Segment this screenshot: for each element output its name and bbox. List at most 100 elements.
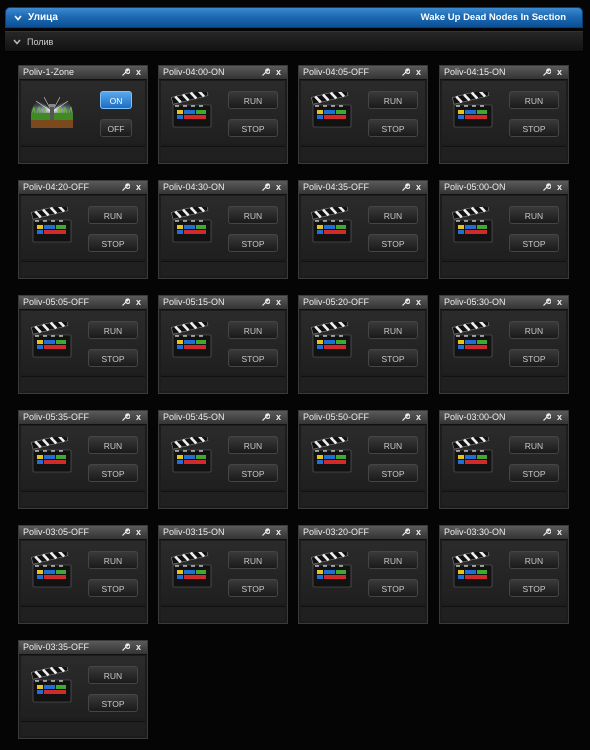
widget-header[interactable]: Poliv-05:30-ON x <box>440 296 568 310</box>
wrench-icon[interactable] <box>120 297 131 307</box>
run-button[interactable]: RUN <box>368 551 418 569</box>
stop-button[interactable]: STOP <box>509 464 559 482</box>
section-header-street[interactable]: Улица Wake Up Dead Nodes In Section <box>5 7 583 28</box>
widget-header[interactable]: Poliv-03:05-OFF x <box>19 526 147 540</box>
wrench-icon[interactable] <box>400 67 411 77</box>
wrench-icon[interactable] <box>541 412 552 422</box>
chevron-down-icon[interactable] <box>12 12 24 24</box>
close-icon[interactable]: x <box>554 67 565 77</box>
wake-up-dead-nodes-link[interactable]: Wake Up Dead Nodes In Section <box>421 12 566 23</box>
stop-button[interactable]: STOP <box>368 464 418 482</box>
close-icon[interactable]: x <box>554 412 565 422</box>
on-button[interactable]: ON <box>100 91 132 109</box>
stop-button[interactable]: STOP <box>509 349 559 367</box>
stop-button[interactable]: STOP <box>228 579 278 597</box>
stop-button[interactable]: STOP <box>88 694 138 712</box>
run-button[interactable]: RUN <box>368 321 418 339</box>
widget-header[interactable]: Poliv-03:20-OFF x <box>299 526 427 540</box>
run-button[interactable]: RUN <box>228 321 278 339</box>
stop-button[interactable]: STOP <box>509 119 559 137</box>
widget-header[interactable]: Poliv-05:50-OFF x <box>299 411 427 425</box>
run-button[interactable]: RUN <box>368 206 418 224</box>
stop-button[interactable]: STOP <box>88 579 138 597</box>
close-icon[interactable]: x <box>273 527 284 537</box>
close-icon[interactable]: x <box>133 527 144 537</box>
widget-header[interactable]: Poliv-05:20-OFF x <box>299 296 427 310</box>
widget-header[interactable]: Poliv-04:30-ON x <box>159 181 287 195</box>
widget-header[interactable]: Poliv-04:20-OFF x <box>19 181 147 195</box>
wrench-icon[interactable] <box>120 67 131 77</box>
wrench-icon[interactable] <box>400 527 411 537</box>
run-button[interactable]: RUN <box>509 321 559 339</box>
run-button[interactable]: RUN <box>368 436 418 454</box>
stop-button[interactable]: STOP <box>228 234 278 252</box>
close-icon[interactable]: x <box>273 297 284 307</box>
close-icon[interactable]: x <box>413 182 424 192</box>
run-button[interactable]: RUN <box>509 206 559 224</box>
stop-button[interactable]: STOP <box>368 579 418 597</box>
wrench-icon[interactable] <box>260 527 271 537</box>
wrench-icon[interactable] <box>260 182 271 192</box>
wrench-icon[interactable] <box>120 412 131 422</box>
widget-header[interactable]: Poliv-1-Zone x <box>19 66 147 80</box>
run-button[interactable]: RUN <box>509 436 559 454</box>
widget-header[interactable]: Poliv-03:30-ON x <box>440 526 568 540</box>
run-button[interactable]: RUN <box>88 666 138 684</box>
widget-header[interactable]: Poliv-05:00-ON x <box>440 181 568 195</box>
run-button[interactable]: RUN <box>368 91 418 109</box>
close-icon[interactable]: x <box>413 527 424 537</box>
stop-button[interactable]: STOP <box>228 349 278 367</box>
run-button[interactable]: RUN <box>228 206 278 224</box>
stop-button[interactable]: STOP <box>368 349 418 367</box>
close-icon[interactable]: x <box>554 297 565 307</box>
run-button[interactable]: RUN <box>88 206 138 224</box>
widget-header[interactable]: Poliv-03:15-ON x <box>159 526 287 540</box>
widget-header[interactable]: Poliv-05:05-OFF x <box>19 296 147 310</box>
close-icon[interactable]: x <box>133 412 144 422</box>
stop-button[interactable]: STOP <box>368 234 418 252</box>
wrench-icon[interactable] <box>120 182 131 192</box>
close-icon[interactable]: x <box>273 67 284 77</box>
widget-header[interactable]: Poliv-03:00-ON x <box>440 411 568 425</box>
close-icon[interactable]: x <box>554 182 565 192</box>
wrench-icon[interactable] <box>400 182 411 192</box>
close-icon[interactable]: x <box>133 297 144 307</box>
close-icon[interactable]: x <box>413 297 424 307</box>
widget-header[interactable]: Poliv-04:00-ON x <box>159 66 287 80</box>
close-icon[interactable]: x <box>273 182 284 192</box>
close-icon[interactable]: x <box>273 412 284 422</box>
widget-header[interactable]: Poliv-04:05-OFF x <box>299 66 427 80</box>
close-icon[interactable]: x <box>413 67 424 77</box>
off-button[interactable]: OFF <box>100 119 132 137</box>
close-icon[interactable]: x <box>413 412 424 422</box>
stop-button[interactable]: STOP <box>88 234 138 252</box>
stop-button[interactable]: STOP <box>88 349 138 367</box>
widget-header[interactable]: Poliv-04:15-ON x <box>440 66 568 80</box>
subsection-header-poliv[interactable]: Полив <box>5 31 583 52</box>
run-button[interactable]: RUN <box>509 91 559 109</box>
stop-button[interactable]: STOP <box>368 119 418 137</box>
wrench-icon[interactable] <box>400 412 411 422</box>
close-icon[interactable]: x <box>133 67 144 77</box>
run-button[interactable]: RUN <box>88 321 138 339</box>
widget-header[interactable]: Poliv-05:15-ON x <box>159 296 287 310</box>
run-button[interactable]: RUN <box>228 91 278 109</box>
stop-button[interactable]: STOP <box>228 119 278 137</box>
widget-header[interactable]: Poliv-04:35-OFF x <box>299 181 427 195</box>
run-button[interactable]: RUN <box>228 436 278 454</box>
wrench-icon[interactable] <box>400 297 411 307</box>
run-button[interactable]: RUN <box>509 551 559 569</box>
wrench-icon[interactable] <box>120 642 131 652</box>
close-icon[interactable]: x <box>554 527 565 537</box>
wrench-icon[interactable] <box>541 67 552 77</box>
stop-button[interactable]: STOP <box>88 464 138 482</box>
stop-button[interactable]: STOP <box>509 234 559 252</box>
widget-header[interactable]: Poliv-03:35-OFF x <box>19 641 147 655</box>
wrench-icon[interactable] <box>541 527 552 537</box>
chevron-down-icon[interactable] <box>11 36 23 48</box>
stop-button[interactable]: STOP <box>228 464 278 482</box>
widget-header[interactable]: Poliv-05:35-OFF x <box>19 411 147 425</box>
run-button[interactable]: RUN <box>88 436 138 454</box>
run-button[interactable]: RUN <box>88 551 138 569</box>
wrench-icon[interactable] <box>541 182 552 192</box>
